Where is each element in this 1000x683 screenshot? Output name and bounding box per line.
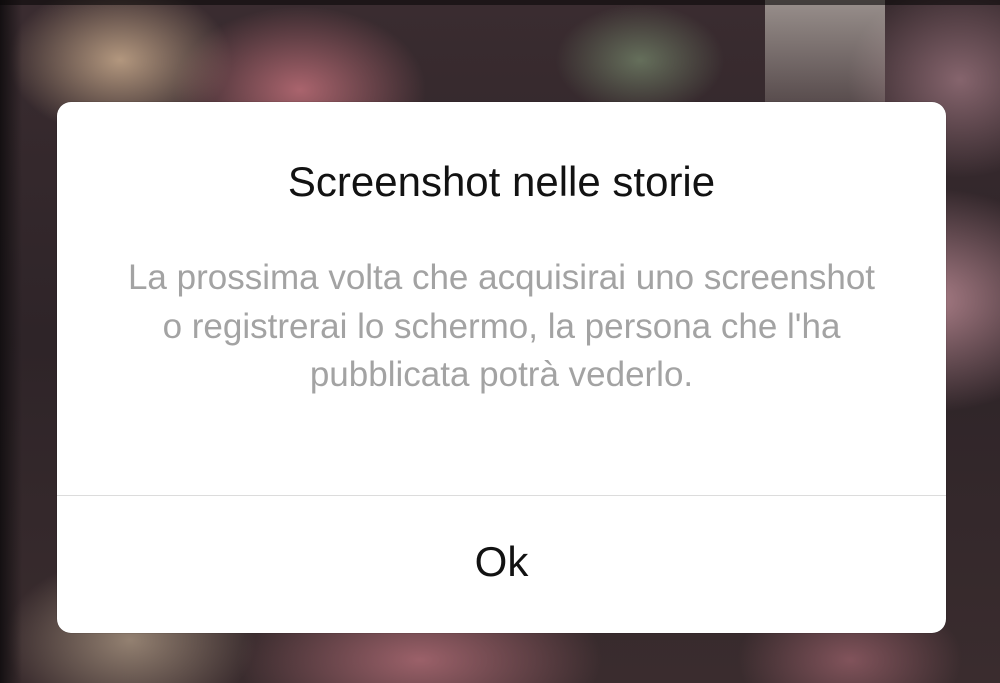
background-top-edge: [0, 0, 1000, 5]
screenshot-alert-dialog: Screenshot nelle storie La prossima volt…: [57, 102, 946, 633]
dialog-title: Screenshot nelle storie: [287, 158, 716, 205]
background-panel: [765, 0, 885, 110]
background-left-edge: [0, 0, 22, 683]
dialog-message: La prossima volta che acquisirai uno scr…: [127, 258, 876, 394]
ok-button-label: Ok: [474, 538, 529, 585]
ok-button[interactable]: Ok: [57, 496, 946, 633]
